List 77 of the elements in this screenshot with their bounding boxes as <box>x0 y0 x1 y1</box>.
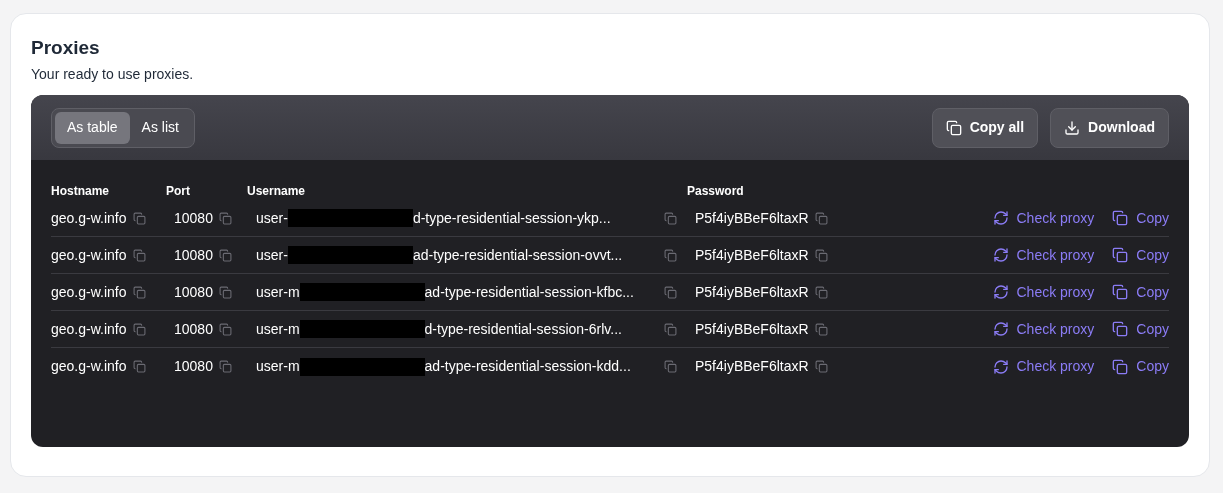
copy-icon[interactable] <box>132 248 146 262</box>
copy-link[interactable]: Copy <box>1112 244 1169 266</box>
page-subtitle: Your ready to use proxies. <box>31 65 195 84</box>
column-header: Password <box>687 183 744 200</box>
download-button[interactable]: Download <box>1050 107 1169 148</box>
check-proxy-link[interactable]: Check proxy <box>992 318 1095 340</box>
copy-icon[interactable] <box>664 285 677 299</box>
password-cell-text: P5f4iyBBeF6ltaxR <box>695 282 809 302</box>
username-start: user-m <box>256 319 300 339</box>
download-icon <box>1064 119 1081 136</box>
copy-icon <box>1112 247 1129 263</box>
username-end: ad-type-residential-session-kfbc... <box>424 282 634 302</box>
copy-icon[interactable] <box>218 285 232 299</box>
check-proxy-link[interactable]: Check proxy <box>992 356 1095 377</box>
username-end: d-type-residential-session-ykp... <box>412 208 611 228</box>
copy-icon <box>945 119 962 136</box>
hostname-cell-text: geo.g-w.info <box>51 319 127 339</box>
username-start: user-m <box>256 357 300 376</box>
username-start: user- <box>256 208 288 228</box>
copy-icon[interactable] <box>132 211 146 225</box>
copy-link[interactable]: Copy <box>1112 318 1169 340</box>
view-tab[interactable]: As list <box>129 111 191 144</box>
copy-icon[interactable] <box>218 248 232 262</box>
page-title: Proxies <box>31 36 101 60</box>
column-header: Hostname <box>51 183 110 200</box>
refresh-icon <box>992 358 1009 375</box>
password-cell-text: P5f4iyBBeF6ltaxR <box>695 208 809 228</box>
refresh-icon <box>992 247 1009 263</box>
copy-icon[interactable] <box>814 285 828 299</box>
copy-link[interactable]: Copy <box>1112 207 1169 229</box>
username-start: user- <box>256 245 288 265</box>
password-cell-text: P5f4iyBBeF6ltaxR <box>695 245 809 265</box>
refresh-icon <box>992 284 1009 300</box>
port-cell-text: 10080 <box>174 245 213 265</box>
port-cell-text: 10080 <box>174 208 213 228</box>
hostname-cell-text: geo.g-w.info <box>51 245 127 265</box>
port-cell-text: 10080 <box>174 357 213 376</box>
username-end: ad-type-residential-session-kdd... <box>424 357 631 376</box>
refresh-icon <box>992 210 1009 226</box>
copy-icon[interactable] <box>814 360 828 373</box>
column-header: Username <box>247 183 307 200</box>
copy-icon <box>1112 321 1129 337</box>
copy-icon <box>1112 358 1129 375</box>
port-cell-text: 10080 <box>174 319 213 339</box>
column-header: Port <box>166 183 191 200</box>
copy-icon[interactable] <box>814 211 828 225</box>
username-start: user-m <box>256 282 300 302</box>
hostname-cell-text: geo.g-w.info <box>51 208 127 228</box>
copy-icon[interactable] <box>664 360 677 373</box>
copy-icon[interactable] <box>218 211 232 225</box>
copy-icon[interactable] <box>132 360 146 373</box>
check-proxy-link[interactable]: Check proxy <box>992 281 1095 303</box>
check-proxy-link[interactable]: Check proxy <box>992 244 1095 266</box>
copy-icon[interactable] <box>132 322 146 336</box>
refresh-icon <box>992 321 1009 337</box>
copy-icon[interactable] <box>664 322 677 336</box>
password-cell-text: P5f4iyBBeF6ltaxR <box>695 319 809 339</box>
copy-icon[interactable] <box>664 248 677 262</box>
copy-link[interactable]: Copy <box>1112 356 1169 377</box>
password-cell-text: P5f4iyBBeF6ltaxR <box>695 357 809 376</box>
copy-icon[interactable] <box>814 322 828 336</box>
copy-link[interactable]: Copy <box>1112 281 1169 303</box>
view-tab[interactable]: As table <box>55 111 130 144</box>
copy-all-button[interactable]: Copy all <box>931 107 1039 148</box>
port-cell-text: 10080 <box>174 282 213 302</box>
username-end: d-type-residential-session-6rlv... <box>424 319 622 339</box>
check-proxy-link[interactable]: Check proxy <box>992 207 1095 229</box>
copy-icon[interactable] <box>218 322 232 336</box>
hostname-cell-text: geo.g-w.info <box>51 282 127 302</box>
copy-icon[interactable] <box>814 248 828 262</box>
copy-icon <box>1112 284 1129 300</box>
copy-icon[interactable] <box>218 360 232 373</box>
copy-icon <box>1112 210 1129 226</box>
copy-icon[interactable] <box>664 211 677 225</box>
username-end: ad-type-residential-session-ovvt... <box>412 245 623 265</box>
hostname-cell-text: geo.g-w.info <box>51 357 127 376</box>
copy-icon[interactable] <box>132 285 146 299</box>
